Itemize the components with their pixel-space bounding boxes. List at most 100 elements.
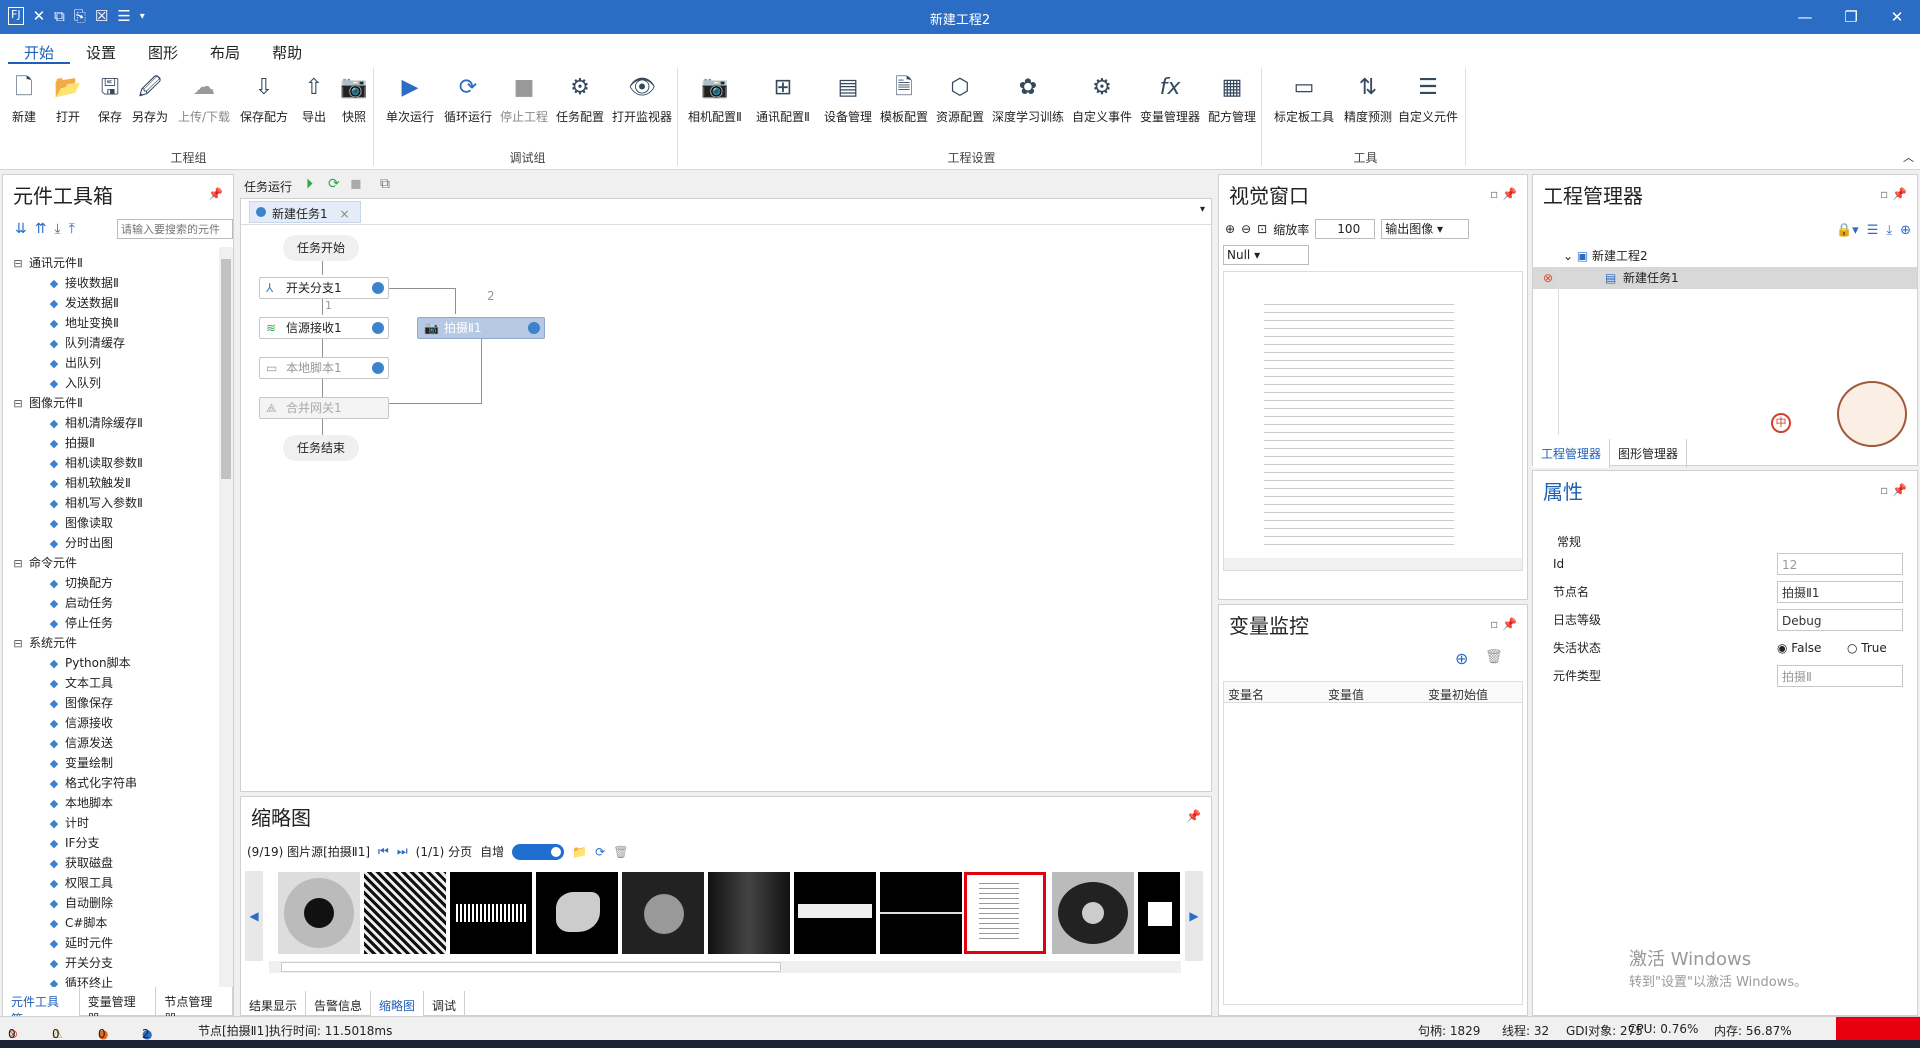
close-icon[interactable]: ✕ (1874, 0, 1920, 34)
thumbnail-image[interactable] (880, 872, 962, 954)
tree-root[interactable]: ⌄ ▣ 新建工程2 (1563, 247, 1648, 264)
radio-false[interactable]: ◉ False (1777, 637, 1821, 659)
expand-all-icon[interactable]: ⇊ (15, 221, 27, 237)
tree-item[interactable]: ◆ 权限工具 (3, 873, 223, 893)
save-as-button[interactable]: 🖉 另存为 (132, 74, 168, 125)
flow-end[interactable]: 任务结束 (283, 435, 360, 461)
tree-item[interactable]: ◆ 相机软触发Ⅱ (3, 473, 223, 493)
tree-item[interactable]: ◆ 格式化字符串 (3, 773, 223, 793)
menu-layout[interactable]: 布局 (194, 34, 256, 64)
tree-item[interactable]: ◆ 队列清缓存 (3, 333, 223, 353)
null-select[interactable]: Null ▾ (1223, 245, 1309, 265)
tree-item[interactable]: ◆ C#脚本 (3, 913, 223, 933)
thumbnail-image[interactable] (622, 872, 704, 954)
panel-controls-icon[interactable]: ▫ 📌 (1490, 617, 1517, 631)
tree-item[interactable]: ◆ 变量绘制 (3, 753, 223, 773)
screen-icon[interactable]: ⧉ (380, 176, 390, 192)
log-level-select[interactable]: Debug (1777, 609, 1903, 631)
tree-item[interactable]: ◆ 拍摄Ⅱ (3, 433, 223, 453)
tree-group[interactable]: ⊟ 通讯元件Ⅱ (3, 253, 223, 273)
lock-icon[interactable]: 🔒▾ (1836, 223, 1859, 238)
zoom-input[interactable]: 100 (1315, 219, 1376, 239)
first-page-icon[interactable]: ⏮ (378, 844, 389, 859)
tree-item[interactable]: ◆ 出队列 (3, 353, 223, 373)
tree-item[interactable]: ◆ 图像读取 (3, 513, 223, 533)
pin-icon[interactable]: 📌 (208, 187, 223, 201)
panel-controls-icon[interactable]: ▫ 📌 (1880, 483, 1907, 497)
stop-task-icon[interactable]: ◼ (350, 176, 362, 192)
col-var-initial[interactable]: 变量初始值 (1428, 686, 1488, 703)
template-config-button[interactable]: 🗎 模板配置 (880, 74, 928, 125)
thumbnail-image[interactable] (794, 872, 876, 954)
tree-item[interactable]: ◆ 切换配方 (3, 573, 223, 593)
tree-item[interactable]: ◆ 图像保存 (3, 693, 223, 713)
resource-config-button[interactable]: ⬡ 资源配置 (936, 74, 984, 125)
node-merge-gateway[interactable]: ⟁ 合并网关1 (259, 397, 389, 419)
camera-config-button[interactable]: 📷 相机配置Ⅱ (688, 74, 742, 125)
folder-icon[interactable]: 📁 (572, 845, 587, 859)
tree-item[interactable]: ◆ 信源接收 (3, 713, 223, 733)
thumbnail-image[interactable] (1052, 872, 1134, 954)
tree-item[interactable]: ◆ 文本工具 (3, 673, 223, 693)
vision-canvas[interactable] (1223, 271, 1523, 571)
tree-item[interactable]: ◆ 相机清除缓存Ⅱ (3, 413, 223, 433)
thumbnail-image[interactable] (536, 872, 618, 954)
tree-item[interactable]: ◆ 本地脚本 (3, 793, 223, 813)
tree-group[interactable]: ⊟ 系统元件 (3, 633, 223, 653)
restore-icon[interactable]: ❐ (1828, 0, 1874, 34)
tree-item[interactable]: ◆ 接收数据Ⅱ (3, 273, 223, 293)
add-variable-icon[interactable]: ⊕ (1455, 649, 1468, 668)
pin-icon[interactable]: 📌 (1186, 809, 1201, 823)
thumbnail-image[interactable] (364, 872, 446, 954)
minimize-icon[interactable]: — (1782, 0, 1828, 34)
zoom-out-icon[interactable]: ⊖ (1241, 222, 1251, 236)
close-tab-icon[interactable]: × (339, 207, 349, 221)
new-button[interactable]: 🗋 新建 (10, 74, 38, 125)
tree-item[interactable]: ◆ IF分支 (3, 833, 223, 853)
tree-item[interactable]: ◆ 信源发送 (3, 733, 223, 753)
refresh-icon[interactable]: ⟳ (595, 845, 605, 859)
recipe-manage-button[interactable]: ▦ 配方管理 (1208, 74, 1256, 125)
task-config-button[interactable]: ⚙ 任务配置 (556, 74, 604, 125)
deep-learning-button[interactable]: ✿ 深度学习训练 (992, 74, 1064, 125)
tree-item[interactable]: ◆ 地址变换Ⅱ (3, 313, 223, 333)
upload-download-button[interactable]: ☁ 上传/下载 (178, 74, 230, 125)
menu-graphics[interactable]: 图形 (132, 34, 194, 64)
tree-item[interactable]: ◆ 自动删除 (3, 893, 223, 913)
col-var-name[interactable]: 变量名 (1228, 686, 1264, 703)
snapshot-button[interactable]: 📷 快照 (340, 74, 368, 125)
loop-run-button[interactable]: ⟳ 循环运行 (444, 74, 492, 125)
tree-group[interactable]: ⊟ 图像元件Ⅱ (3, 393, 223, 413)
comm-config-button[interactable]: ⊞ 通讯配置Ⅱ (756, 74, 810, 125)
tree-item[interactable]: ◆ 延时元件 (3, 933, 223, 953)
tab-graphic-manager[interactable]: 图形管理器 (1610, 439, 1688, 468)
variable-manager-button[interactable]: fx 变量管理器 (1140, 74, 1200, 125)
download-icon[interactable]: ⤓ (1886, 223, 1892, 238)
thumbnail-image[interactable] (1138, 872, 1180, 954)
calib-board-button[interactable]: ▭ 标定板工具 (1274, 74, 1334, 125)
tree-item[interactable]: ◆ 启动任务 (3, 593, 223, 613)
tree-item[interactable]: ◆ 相机写入参数Ⅱ (3, 493, 223, 513)
thumb-hscrollbar[interactable] (269, 961, 1181, 973)
custom-event-button[interactable]: ⚙ 自定义事件 (1072, 74, 1132, 125)
node-capture[interactable]: 📷 拍摄Ⅱ1 (417, 317, 545, 339)
node-name-field[interactable]: 拍摄Ⅱ1 (1777, 581, 1903, 603)
tree-item[interactable]: ◆ 发送数据Ⅱ (3, 293, 223, 313)
menu-help[interactable]: 帮助 (256, 34, 318, 64)
import-icon[interactable]: ⤓ (54, 221, 60, 237)
auto-increment-toggle[interactable] (512, 843, 565, 860)
save-recipe-button[interactable]: ⇩ 保存配方 (240, 74, 288, 125)
list-view-icon[interactable]: ☰ (1867, 223, 1879, 238)
radio-true[interactable]: ○ True (1847, 637, 1887, 659)
custom-element-button[interactable]: ☰ 自定义元件 (1398, 74, 1458, 125)
loop-task-icon[interactable]: ⟳ (328, 176, 340, 192)
thumb-prev-button[interactable]: ◀ (245, 871, 263, 961)
export-button[interactable]: ⇧ 导出 (300, 74, 328, 125)
run-task-icon[interactable]: ⏵ (306, 176, 313, 192)
node-local-script[interactable]: ▭ 本地脚本1 (259, 357, 389, 379)
tree-item[interactable]: ◆ Python脚本 (3, 653, 223, 673)
collapse-ribbon-icon[interactable]: ︿ (1903, 149, 1914, 165)
tree-item[interactable]: ◆ 开关分支 (3, 953, 223, 973)
open-button[interactable]: 📂 打开 (54, 74, 82, 125)
collapse-all-icon[interactable]: ⇈ (35, 221, 47, 237)
